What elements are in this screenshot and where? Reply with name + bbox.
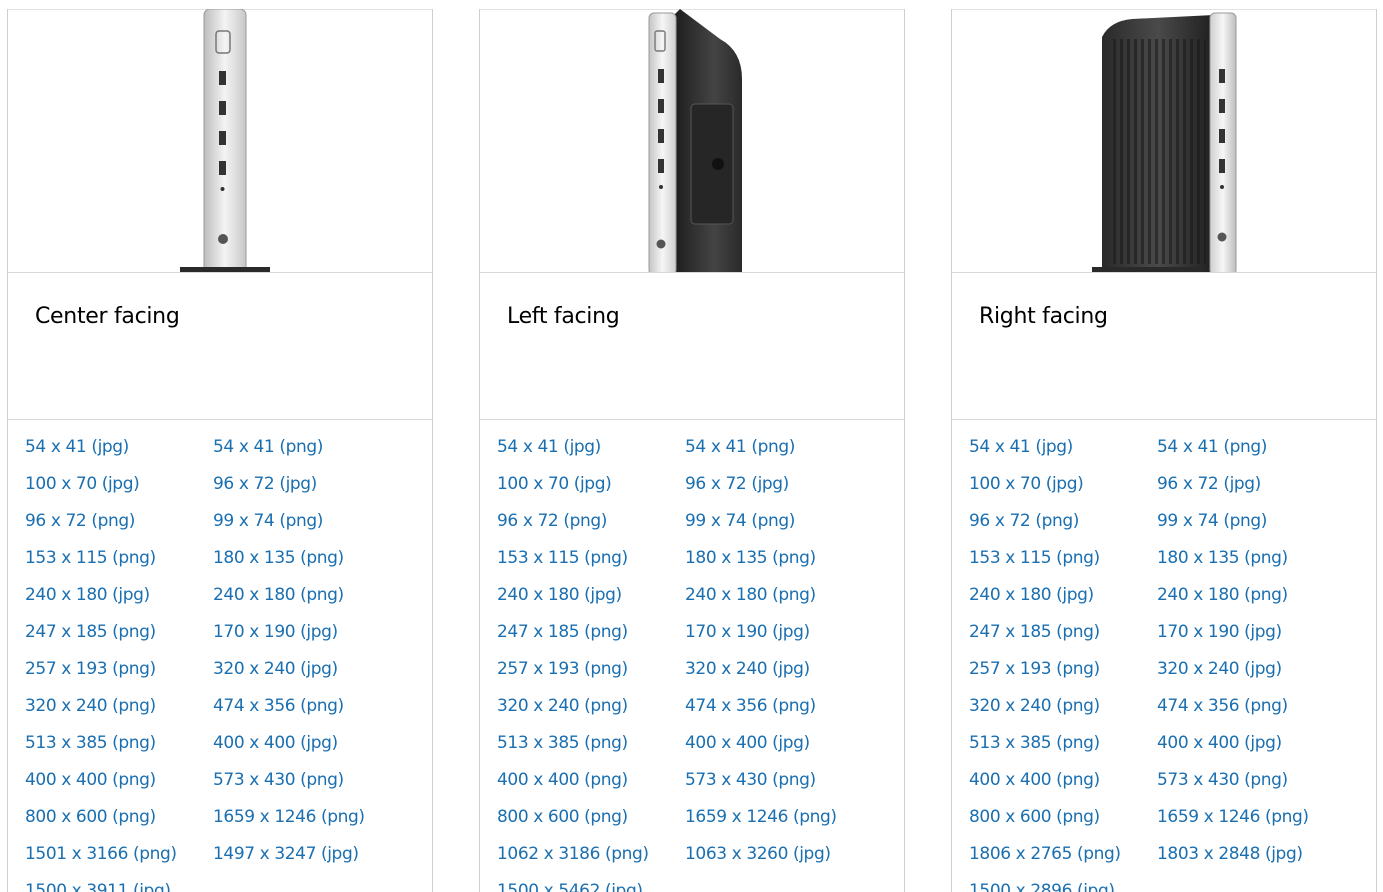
- download-link[interactable]: 1501 x 3166 (png): [25, 844, 177, 864]
- download-link[interactable]: 240 x 180 (png): [213, 585, 344, 605]
- download-link[interactable]: 247 x 185 (png): [969, 622, 1100, 642]
- thin-client-center-image[interactable]: [8, 9, 432, 272]
- download-link[interactable]: 54 x 41 (png): [213, 437, 323, 457]
- download-link[interactable]: 180 x 135 (png): [685, 548, 816, 568]
- download-link[interactable]: 400 x 400 (png): [969, 770, 1100, 790]
- download-link[interactable]: 474 x 356 (png): [213, 696, 344, 716]
- download-link[interactable]: 1500 x 5462 (jpg): [497, 881, 643, 892]
- download-link[interactable]: 800 x 600 (png): [25, 807, 156, 827]
- title-box: Right facing: [952, 272, 1376, 420]
- download-link[interactable]: 400 x 400 (jpg): [685, 733, 810, 753]
- download-link[interactable]: 54 x 41 (jpg): [25, 437, 129, 457]
- download-link[interactable]: 513 x 385 (png): [969, 733, 1100, 753]
- thin-client-right-image[interactable]: [952, 9, 1376, 272]
- card-title: Right facing: [979, 304, 1108, 329]
- card-title: Center facing: [35, 304, 180, 329]
- download-link[interactable]: 153 x 115 (png): [25, 548, 156, 568]
- download-link[interactable]: 320 x 240 (jpg): [213, 659, 338, 679]
- download-link[interactable]: 100 x 70 (jpg): [969, 474, 1084, 494]
- download-link[interactable]: 474 x 356 (png): [1157, 696, 1288, 716]
- download-link[interactable]: 96 x 72 (jpg): [1157, 474, 1261, 494]
- download-link[interactable]: 1062 x 3186 (png): [497, 844, 649, 864]
- download-link[interactable]: 54 x 41 (jpg): [969, 437, 1073, 457]
- download-link[interactable]: 170 x 190 (jpg): [685, 622, 810, 642]
- thin-client-left-image[interactable]: [480, 9, 904, 272]
- download-link[interactable]: 800 x 600 (png): [969, 807, 1100, 827]
- download-link[interactable]: 170 x 190 (jpg): [1157, 622, 1282, 642]
- download-link[interactable]: 180 x 135 (png): [213, 548, 344, 568]
- download-link[interactable]: 240 x 180 (jpg): [497, 585, 622, 605]
- download-link[interactable]: 100 x 70 (jpg): [497, 474, 612, 494]
- download-link[interactable]: 1500 x 2896 (jpg): [969, 881, 1115, 892]
- download-link[interactable]: 320 x 240 (jpg): [685, 659, 810, 679]
- download-link[interactable]: 180 x 135 (png): [1157, 548, 1288, 568]
- download-link[interactable]: 320 x 240 (png): [497, 696, 628, 716]
- download-link[interactable]: 99 x 74 (png): [1157, 511, 1267, 531]
- image-card-right: Right facing 54 x 41 (jpg) 54 x 41 (png) 1…: [951, 9, 1377, 892]
- download-link[interactable]: 474 x 356 (png): [685, 696, 816, 716]
- title-box: Left facing: [480, 272, 904, 420]
- download-link[interactable]: 513 x 385 (png): [497, 733, 628, 753]
- download-link[interactable]: 1659 x 1246 (png): [685, 807, 837, 827]
- download-link[interactable]: 96 x 72 (png): [497, 511, 607, 531]
- download-link[interactable]: 240 x 180 (png): [1157, 585, 1288, 605]
- download-link[interactable]: 573 x 430 (png): [213, 770, 344, 790]
- download-link[interactable]: 240 x 180 (jpg): [969, 585, 1094, 605]
- download-link[interactable]: 96 x 72 (png): [25, 511, 135, 531]
- download-link[interactable]: 320 x 240 (jpg): [1157, 659, 1282, 679]
- download-link[interactable]: 400 x 400 (png): [25, 770, 156, 790]
- download-link[interactable]: 100 x 70 (jpg): [25, 474, 140, 494]
- download-link[interactable]: 96 x 72 (jpg): [685, 474, 789, 494]
- download-link[interactable]: 170 x 190 (jpg): [213, 622, 338, 642]
- download-link[interactable]: 99 x 74 (png): [685, 511, 795, 531]
- download-link[interactable]: 400 x 400 (jpg): [213, 733, 338, 753]
- download-link[interactable]: 96 x 72 (png): [969, 511, 1079, 531]
- download-link[interactable]: 1063 x 3260 (jpg): [685, 844, 831, 864]
- card-title: Left facing: [507, 304, 620, 329]
- download-link[interactable]: 257 x 193 (png): [497, 659, 628, 679]
- image-card-center: Center facing 54 x 41 (jpg) 54 x 41 (png)…: [7, 9, 433, 892]
- download-link[interactable]: 1803 x 2848 (jpg): [1157, 844, 1303, 864]
- download-link[interactable]: 257 x 193 (png): [25, 659, 156, 679]
- download-link[interactable]: 1806 x 2765 (png): [969, 844, 1121, 864]
- download-link[interactable]: 96 x 72 (jpg): [213, 474, 317, 494]
- download-link[interactable]: 247 x 185 (png): [25, 622, 156, 642]
- download-link[interactable]: 400 x 400 (png): [497, 770, 628, 790]
- download-link[interactable]: 1497 x 3247 (jpg): [213, 844, 359, 864]
- download-link[interactable]: 320 x 240 (png): [25, 696, 156, 716]
- download-link[interactable]: 240 x 180 (png): [685, 585, 816, 605]
- download-link[interactable]: 1659 x 1246 (png): [1157, 807, 1309, 827]
- image-card-left: Left facing 54 x 41 (jpg) 54 x 41 (png) 10…: [479, 9, 905, 892]
- download-link[interactable]: 800 x 600 (png): [497, 807, 628, 827]
- download-link[interactable]: 1659 x 1246 (png): [213, 807, 365, 827]
- download-link[interactable]: 153 x 115 (png): [497, 548, 628, 568]
- download-link[interactable]: 54 x 41 (png): [685, 437, 795, 457]
- download-link[interactable]: 240 x 180 (jpg): [25, 585, 150, 605]
- download-link[interactable]: 400 x 400 (jpg): [1157, 733, 1282, 753]
- download-link[interactable]: 153 x 115 (png): [969, 548, 1100, 568]
- download-link[interactable]: 247 x 185 (png): [497, 622, 628, 642]
- download-link[interactable]: 99 x 74 (png): [213, 511, 323, 531]
- download-link[interactable]: 54 x 41 (png): [1157, 437, 1267, 457]
- download-link[interactable]: 573 x 430 (png): [1157, 770, 1288, 790]
- title-box: Center facing: [8, 272, 432, 420]
- download-link[interactable]: 1500 x 3911 (jpg): [25, 881, 171, 892]
- download-link[interactable]: 54 x 41 (jpg): [497, 437, 601, 457]
- download-link[interactable]: 513 x 385 (png): [25, 733, 156, 753]
- download-link[interactable]: 573 x 430 (png): [685, 770, 816, 790]
- download-link[interactable]: 320 x 240 (png): [969, 696, 1100, 716]
- download-link[interactable]: 257 x 193 (png): [969, 659, 1100, 679]
